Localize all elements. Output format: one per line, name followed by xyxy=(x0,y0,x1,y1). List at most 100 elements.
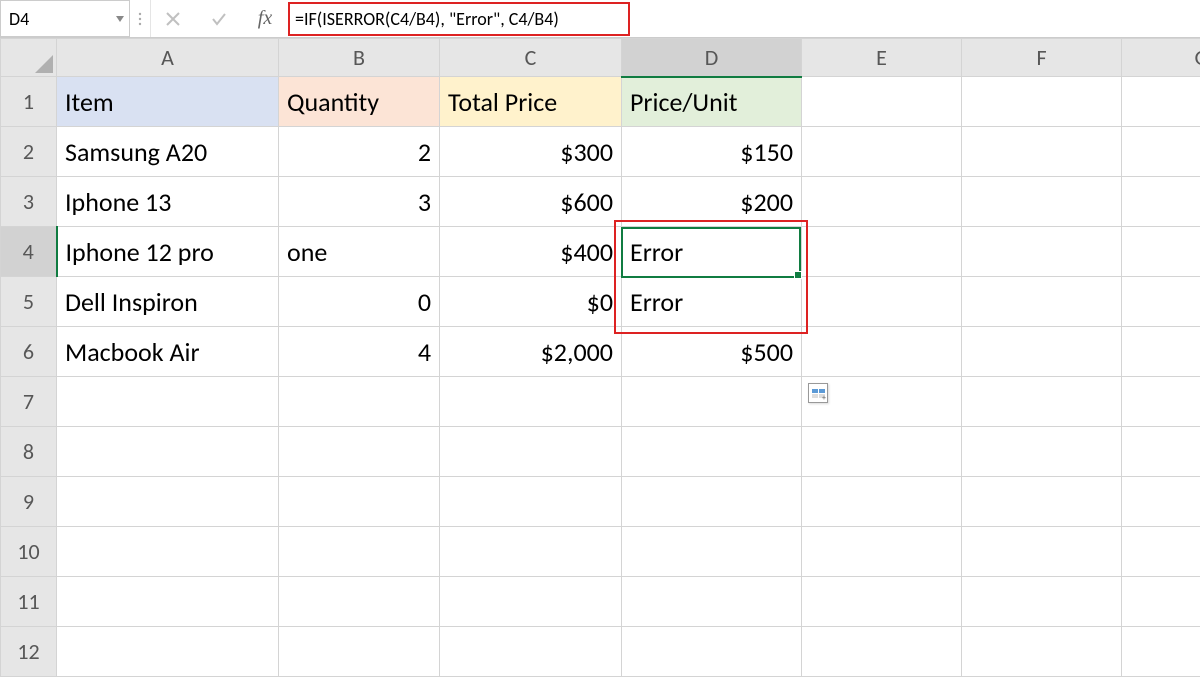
row-header-7[interactable]: 7 xyxy=(1,377,57,427)
cell-G10[interactable] xyxy=(1122,527,1200,577)
cell-D5[interactable]: Error xyxy=(622,277,802,327)
cell-E12[interactable] xyxy=(802,627,962,677)
row-header-9[interactable]: 9 xyxy=(1,477,57,527)
cell-F5[interactable] xyxy=(962,277,1122,327)
cell-A5[interactable]: Dell Inspiron xyxy=(57,277,279,327)
cell-B11[interactable] xyxy=(279,577,440,627)
cell-C9[interactable] xyxy=(440,477,622,527)
col-header-E[interactable]: E xyxy=(802,39,962,77)
cell-C7[interactable] xyxy=(440,377,622,427)
cell-A10[interactable] xyxy=(57,527,279,577)
name-box[interactable]: D4 xyxy=(0,0,130,37)
cell-D6[interactable]: $500 xyxy=(622,327,802,377)
cell-E1[interactable] xyxy=(802,77,962,127)
cell-B1[interactable]: Quantity xyxy=(279,77,440,127)
cell-D12[interactable] xyxy=(622,627,802,677)
cell-F1[interactable] xyxy=(962,77,1122,127)
cell-A8[interactable] xyxy=(57,427,279,477)
cell-G5[interactable] xyxy=(1122,277,1200,327)
cell-D3[interactable]: $200 xyxy=(622,177,802,227)
cell-B9[interactable] xyxy=(279,477,440,527)
cell-F11[interactable] xyxy=(962,577,1122,627)
cell-F3[interactable] xyxy=(962,177,1122,227)
cell-G6[interactable] xyxy=(1122,327,1200,377)
cell-B5[interactable]: 0 xyxy=(279,277,440,327)
cell-G9[interactable] xyxy=(1122,477,1200,527)
options-icon[interactable] xyxy=(130,0,150,37)
cell-B7[interactable] xyxy=(279,377,440,427)
cell-G12[interactable] xyxy=(1122,627,1200,677)
col-header-G[interactable]: G xyxy=(1122,39,1200,77)
cell-D8[interactable] xyxy=(622,427,802,477)
cell-C11[interactable] xyxy=(440,577,622,627)
cell-B3[interactable]: 3 xyxy=(279,177,440,227)
cell-A11[interactable] xyxy=(57,577,279,627)
cell-E9[interactable] xyxy=(802,477,962,527)
cell-F12[interactable] xyxy=(962,627,1122,677)
cell-F9[interactable] xyxy=(962,477,1122,527)
cell-D11[interactable] xyxy=(622,577,802,627)
cell-G2[interactable] xyxy=(1122,127,1200,177)
cell-B8[interactable] xyxy=(279,427,440,477)
cell-A2[interactable]: Samsung A20 xyxy=(57,127,279,177)
cell-D1[interactable]: Price/Unit xyxy=(622,77,802,127)
cell-E11[interactable] xyxy=(802,577,962,627)
cancel-icon[interactable] xyxy=(161,7,185,31)
cell-F2[interactable] xyxy=(962,127,1122,177)
row-header-2[interactable]: 2 xyxy=(1,127,57,177)
cell-F10[interactable] xyxy=(962,527,1122,577)
cell-A1[interactable]: Item xyxy=(57,77,279,127)
cell-E5[interactable] xyxy=(802,277,962,327)
cell-C6[interactable]: $2,000 xyxy=(440,327,622,377)
cell-C4[interactable]: $400 xyxy=(440,227,622,277)
cell-C8[interactable] xyxy=(440,427,622,477)
cell-A6[interactable]: Macbook Air xyxy=(57,327,279,377)
cell-C1[interactable]: Total Price xyxy=(440,77,622,127)
name-box-dropdown-icon[interactable] xyxy=(111,1,129,36)
row-header-4[interactable]: 4 xyxy=(1,227,57,277)
cell-B6[interactable]: 4 xyxy=(279,327,440,377)
row-header-5[interactable]: 5 xyxy=(1,277,57,327)
col-header-A[interactable]: A xyxy=(57,39,279,77)
cell-B10[interactable] xyxy=(279,527,440,577)
select-all-corner[interactable] xyxy=(1,39,57,77)
row-header-1[interactable]: 1 xyxy=(1,77,57,127)
cell-E3[interactable] xyxy=(802,177,962,227)
row-header-12[interactable]: 12 xyxy=(1,627,57,677)
col-header-B[interactable]: B xyxy=(279,39,440,77)
cell-G7[interactable] xyxy=(1122,377,1200,427)
cell-A3[interactable]: Iphone 13 xyxy=(57,177,279,227)
cell-E10[interactable] xyxy=(802,527,962,577)
insert-function-icon[interactable]: fx xyxy=(253,7,277,31)
autofill-options-icon[interactable]: + xyxy=(808,383,828,403)
row-header-10[interactable]: 10 xyxy=(1,527,57,577)
col-header-F[interactable]: F xyxy=(962,39,1122,77)
cell-D7[interactable] xyxy=(622,377,802,427)
cell-G3[interactable] xyxy=(1122,177,1200,227)
cell-A12[interactable] xyxy=(57,627,279,677)
cell-F6[interactable] xyxy=(962,327,1122,377)
row-header-11[interactable]: 11 xyxy=(1,577,57,627)
cell-G8[interactable] xyxy=(1122,427,1200,477)
cell-A9[interactable] xyxy=(57,477,279,527)
cell-E4[interactable] xyxy=(802,227,962,277)
cell-G4[interactable] xyxy=(1122,227,1200,277)
cell-A7[interactable] xyxy=(57,377,279,427)
cell-F7[interactable] xyxy=(962,377,1122,427)
cell-C5[interactable]: $0 xyxy=(440,277,622,327)
cell-C3[interactable]: $600 xyxy=(440,177,622,227)
row-header-3[interactable]: 3 xyxy=(1,177,57,227)
cell-D10[interactable] xyxy=(622,527,802,577)
cell-A4[interactable]: Iphone 12 pro xyxy=(57,227,279,277)
col-header-C[interactable]: C xyxy=(440,39,622,77)
cell-G11[interactable] xyxy=(1122,577,1200,627)
cell-D2[interactable]: $150 xyxy=(622,127,802,177)
cell-E6[interactable] xyxy=(802,327,962,377)
cell-B2[interactable]: 2 xyxy=(279,127,440,177)
cell-D4[interactable]: Error xyxy=(622,227,802,277)
cell-G1[interactable] xyxy=(1122,77,1200,127)
cell-B4[interactable]: one xyxy=(279,227,440,277)
cell-B12[interactable] xyxy=(279,627,440,677)
cell-C2[interactable]: $300 xyxy=(440,127,622,177)
formula-input[interactable] xyxy=(287,0,1200,37)
